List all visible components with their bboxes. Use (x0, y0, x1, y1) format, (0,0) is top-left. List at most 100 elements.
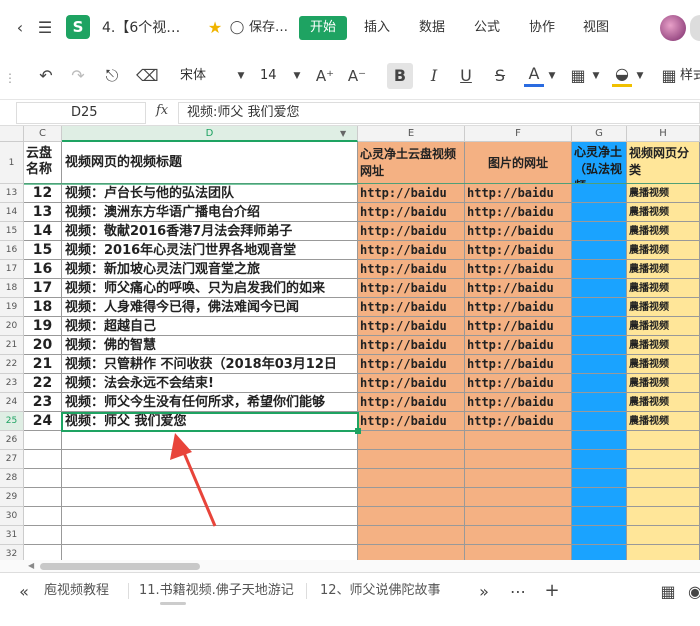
image-url-cell[interactable]: http://baidu (465, 279, 572, 298)
fill-handle[interactable] (355, 428, 361, 434)
menu-tab-insert[interactable]: 插入 (364, 18, 390, 38)
header-cell-video-title[interactable]: 视频网页的视频标题 (62, 142, 358, 184)
empty-cell[interactable] (465, 545, 572, 560)
row-header[interactable]: 32 (0, 545, 24, 560)
menu-tab-home[interactable]: 开始 (299, 16, 347, 40)
category-cell[interactable]: 農播视频 (627, 298, 700, 317)
border-dropdown-icon[interactable]: ▼ (590, 66, 602, 86)
row-number-cell[interactable]: 18 (24, 298, 62, 317)
fx-icon[interactable]: fx (156, 103, 174, 118)
row-header[interactable]: 20 (0, 317, 24, 336)
empty-cell[interactable] (465, 450, 572, 469)
row-header[interactable]: 18 (0, 279, 24, 298)
video-title-cell[interactable]: 视频：佛的智慧 (62, 336, 358, 355)
back-chevron-icon[interactable]: ‹ (10, 18, 30, 38)
empty-cell[interactable] (627, 488, 700, 507)
empty-cell[interactable] (627, 507, 700, 526)
fill-color-dropdown-icon[interactable]: ▼ (634, 66, 646, 86)
font-name-select[interactable]: 宋体 (180, 66, 206, 86)
category-cell[interactable]: 農播视频 (627, 355, 700, 374)
dharma-video-cell[interactable] (572, 374, 627, 393)
category-cell[interactable]: 農播视频 (627, 184, 700, 203)
header-cell-cloud-url[interactable]: 心灵净土云盘视频网址 (358, 142, 465, 184)
dharma-video-cell[interactable] (572, 412, 627, 431)
empty-cell[interactable] (627, 545, 700, 560)
video-title-cell[interactable]: 视频：人身难得今已得，佛法难闻今已闻 (62, 298, 358, 317)
row-header[interactable]: 21 (0, 336, 24, 355)
row-number-cell[interactable]: 12 (24, 184, 62, 203)
cloud-url-cell[interactable]: http://baidu (358, 393, 465, 412)
dharma-video-cell[interactable] (572, 393, 627, 412)
row-header[interactable]: 14 (0, 203, 24, 222)
empty-cell[interactable] (465, 431, 572, 450)
image-url-cell[interactable]: http://baidu (465, 241, 572, 260)
name-box[interactable]: D25 (16, 102, 146, 124)
row-number-cell[interactable]: 15 (24, 241, 62, 260)
image-url-cell[interactable]: http://baidu (465, 222, 572, 241)
row-header[interactable]: 25 (0, 412, 24, 431)
category-cell[interactable]: 農播视频 (627, 241, 700, 260)
format-painter-icon[interactable]: ⎋ (102, 66, 122, 86)
more-icon[interactable]: ⋯ (508, 582, 528, 602)
row-header[interactable]: 27 (0, 450, 24, 469)
video-title-cell[interactable]: 视频：敬献2016香港7月法会拜师弟子 (62, 222, 358, 241)
globe-icon[interactable]: ◉ (688, 582, 700, 602)
row-header[interactable]: 28 (0, 469, 24, 488)
menu-tab-collab[interactable]: 协作 (529, 18, 555, 38)
row-header[interactable]: 23 (0, 374, 24, 393)
redo-icon[interactable]: ↷ (68, 66, 88, 86)
dharma-video-cell[interactable] (572, 317, 627, 336)
empty-cell[interactable] (627, 450, 700, 469)
image-url-cell[interactable]: http://baidu (465, 355, 572, 374)
image-url-cell[interactable]: http://baidu (465, 393, 572, 412)
font-name-dropdown-icon[interactable]: ▼ (234, 66, 248, 86)
row-number-cell[interactable]: 24 (24, 412, 62, 431)
header-cell-dharma-video[interactable]: 心灵净土（弘法视频 (572, 142, 627, 184)
row-number-cell[interactable]: 19 (24, 317, 62, 336)
row-header[interactable]: 22 (0, 355, 24, 374)
image-url-cell[interactable]: http://baidu (465, 260, 572, 279)
video-title-cell[interactable]: 视频：澳洲东方华语广播电台介绍 (62, 203, 358, 222)
fill-color-icon[interactable]: ◒ (612, 64, 632, 87)
decrease-font-icon[interactable]: A⁻ (346, 66, 368, 86)
dharma-video-cell[interactable] (572, 336, 627, 355)
header-cell-cloud-name[interactable]: 云盘名称 (24, 142, 62, 184)
row-header[interactable]: 29 (0, 488, 24, 507)
sheet-tab[interactable]: 12、师父说佛陀故事 (320, 581, 441, 601)
video-title-cell[interactable]: 视频：2016年心灵法门世界各地观音堂 (62, 241, 358, 260)
empty-cell[interactable] (572, 431, 627, 450)
empty-cell[interactable] (572, 526, 627, 545)
cloud-url-cell[interactable]: http://baidu (358, 241, 465, 260)
add-sheet-icon[interactable]: + (542, 581, 562, 601)
menu-icon[interactable]: ☰ (34, 18, 56, 38)
menu-tab-data[interactable]: 数据 (419, 18, 445, 38)
cloud-url-cell[interactable]: http://baidu (358, 203, 465, 222)
row-header[interactable]: 30 (0, 507, 24, 526)
tabs-scroll-right-icon[interactable]: » (474, 582, 494, 602)
image-url-cell[interactable]: http://baidu (465, 317, 572, 336)
empty-cell[interactable] (24, 431, 62, 450)
empty-cell[interactable] (627, 431, 700, 450)
more-dots-icon[interactable]: ⋮ (4, 68, 16, 88)
font-color-icon[interactable]: A (524, 64, 544, 87)
empty-cell[interactable] (627, 526, 700, 545)
empty-cell[interactable] (24, 526, 62, 545)
empty-cell[interactable] (24, 488, 62, 507)
empty-cell[interactable] (572, 450, 627, 469)
empty-cell[interactable] (358, 526, 465, 545)
cloud-url-cell[interactable]: http://baidu (358, 336, 465, 355)
filter-dropdown-icon[interactable]: ▼ (340, 129, 350, 138)
dharma-video-cell[interactable] (572, 298, 627, 317)
category-cell[interactable]: 農播视频 (627, 374, 700, 393)
row-header[interactable]: 1 (0, 142, 24, 184)
cloud-url-cell[interactable]: http://baidu (358, 317, 465, 336)
empty-cell[interactable] (24, 450, 62, 469)
dharma-video-cell[interactable] (572, 222, 627, 241)
empty-cell[interactable] (627, 469, 700, 488)
style-icon[interactable]: ▦ (660, 66, 678, 86)
cloud-url-cell[interactable]: http://baidu (358, 279, 465, 298)
font-size-select[interactable]: 14 (260, 66, 277, 86)
empty-cell[interactable] (465, 526, 572, 545)
spreadsheet-grid[interactable]: C D ▼ E F G H 1 云盘名称 视频网页的视频标题 心灵净土云盘视频网… (0, 126, 700, 560)
sheet-view-icon[interactable]: ▦ (658, 582, 678, 602)
